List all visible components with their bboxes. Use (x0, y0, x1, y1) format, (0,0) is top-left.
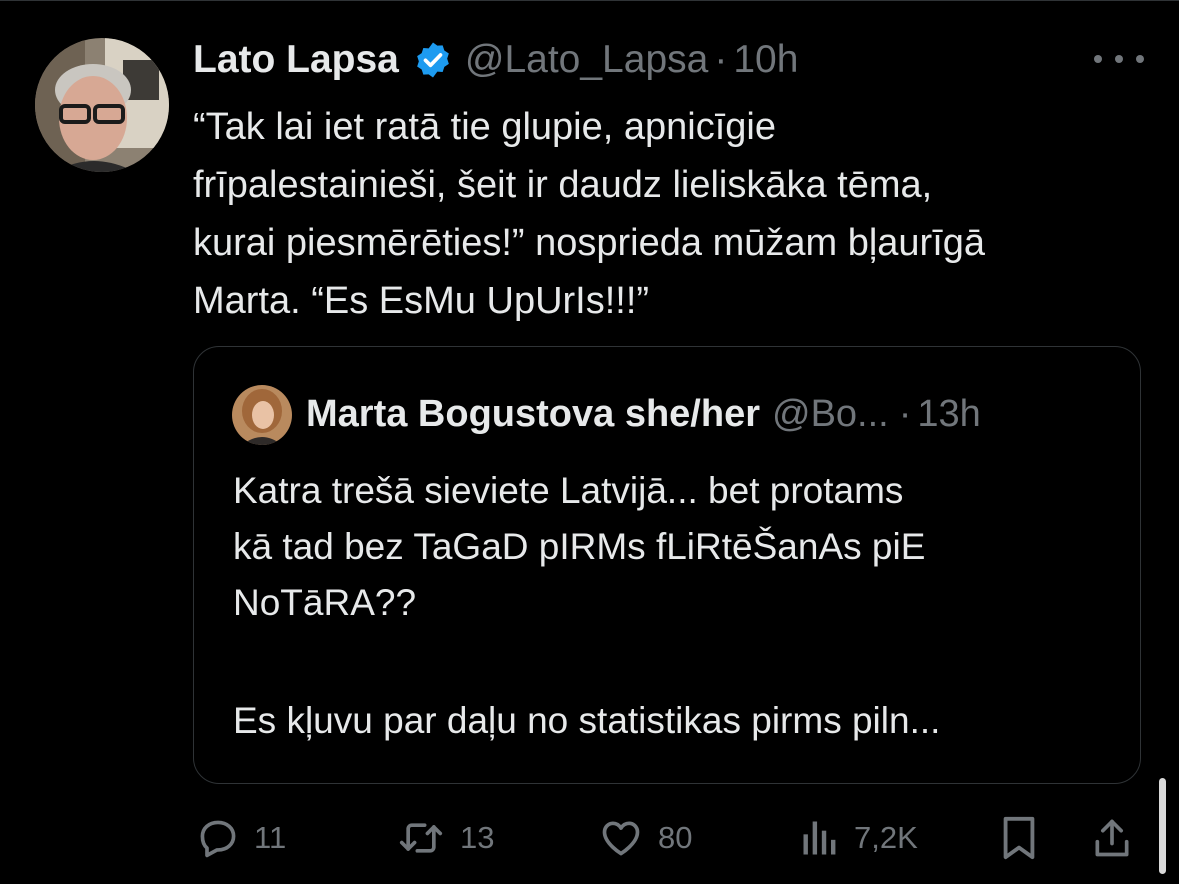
scrollbar[interactable] (1159, 778, 1166, 874)
reply-count: 11 (254, 820, 287, 855)
retweet-icon (396, 816, 446, 860)
share-button[interactable] (1090, 808, 1134, 868)
tweet-text-line: Marta. “Es EsMu UpUrIs!!!” (193, 280, 650, 322)
author-avatar[interactable] (35, 38, 169, 172)
tweet-text-line: “Tak lai iet ratā tie glupie, apnicīgie (193, 106, 776, 148)
top-divider (0, 0, 1179, 1)
verified-badge-icon (413, 40, 453, 80)
bookmark-icon (999, 815, 1039, 861)
quoted-text-line: Katra trešā sieviete Latvijā... bet prot… (233, 470, 904, 511)
quoted-author-avatar[interactable] (232, 385, 292, 445)
more-options-icon[interactable] (1094, 52, 1144, 66)
separator-dot: · (898, 392, 912, 435)
reply-icon (196, 816, 240, 860)
quoted-tweet[interactable]: Marta Bogustova she/her @Bo... · 13h Kat… (193, 346, 1141, 784)
quoted-text-line: kā tad bez TaGaD pIRMs fLiRtēŠanAs piE (233, 526, 926, 567)
author-name[interactable]: Lato Lapsa (193, 38, 399, 82)
quoted-tweet-time[interactable]: 13h (917, 393, 980, 436)
bookmark-button[interactable] (999, 808, 1039, 868)
tweet-header: Lato Lapsa @Lato_Lapsa · 10h (193, 36, 798, 84)
tweet-actions: 11 13 80 7,2K (0, 808, 1179, 868)
tweet-text-line: frīpalestainieši, šeit ir daudz lieliskā… (193, 164, 933, 206)
quoted-tweet-header: Marta Bogustova she/her @Bo... · 13h (306, 390, 981, 438)
share-icon (1090, 815, 1134, 861)
views-button[interactable]: 7,2K (800, 808, 918, 868)
separator-dot: · (714, 38, 728, 81)
quoted-author-handle[interactable]: @Bo... (772, 393, 889, 436)
views-count: 7,2K (854, 820, 918, 855)
heart-icon (598, 816, 644, 860)
quoted-text-line (233, 631, 1113, 693)
tweet-time[interactable]: 10h (733, 38, 798, 82)
tweet-text: “Tak lai iet ratā tie glupie, apnicīgie … (193, 98, 1153, 330)
retweet-count: 13 (460, 820, 495, 855)
like-count: 80 (658, 820, 693, 855)
quoted-text-line: Es kļuvu par daļu no statistikas pirms p… (233, 700, 941, 741)
retweet-button[interactable]: 13 (396, 808, 494, 868)
quoted-text-line: NoTāRA?? (233, 582, 417, 623)
like-button[interactable]: 80 (598, 808, 692, 868)
tweet-text-line: kurai piesmērēties!” nosprieda mūžam bļa… (193, 222, 986, 264)
quoted-author-name[interactable]: Marta Bogustova she/her (306, 393, 760, 436)
views-icon (800, 816, 840, 860)
author-handle[interactable]: @Lato_Lapsa (465, 38, 708, 82)
reply-button[interactable]: 11 (196, 808, 286, 868)
quoted-tweet-text: Katra trešā sieviete Latvijā... bet prot… (233, 463, 1113, 749)
